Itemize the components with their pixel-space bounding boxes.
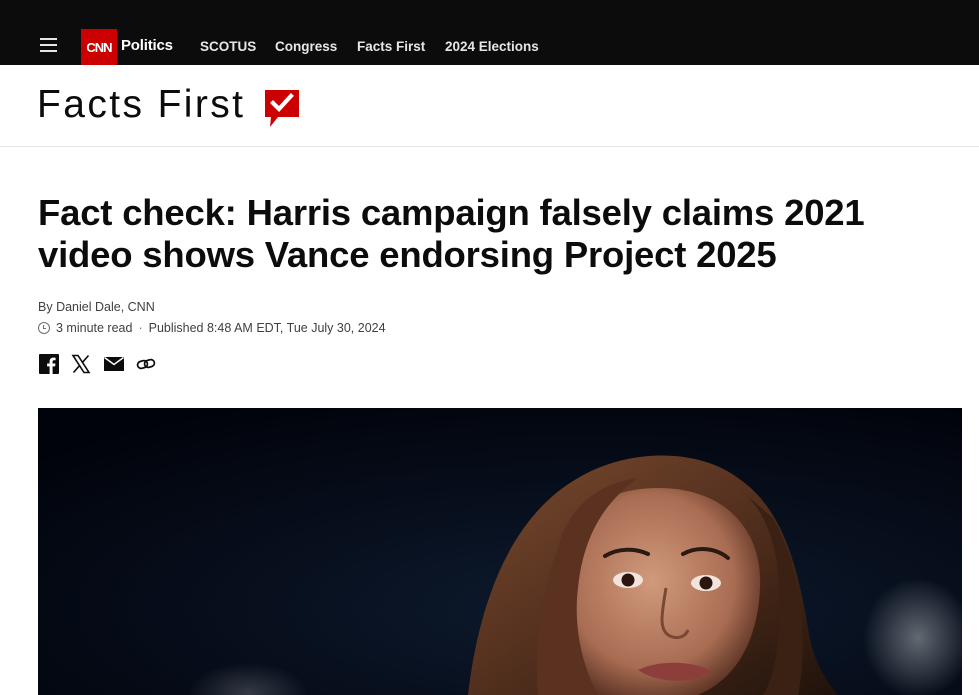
published-timestamp: Published 8:48 AM EDT, Tue July 30, 2024 xyxy=(148,321,386,335)
article-headline: Fact check: Harris campaign falsely clai… xyxy=(38,192,865,275)
x-icon[interactable] xyxy=(70,353,92,375)
menu-icon[interactable] xyxy=(40,38,57,52)
clock-icon xyxy=(38,322,50,334)
read-time: 3 minute read xyxy=(56,321,133,335)
email-icon[interactable] xyxy=(103,353,125,375)
facts-first-banner: Facts First xyxy=(0,65,979,147)
byline-prefix: By xyxy=(38,300,57,314)
facebook-icon[interactable] xyxy=(38,353,60,375)
nav-facts-first[interactable]: Facts First xyxy=(357,39,425,54)
section-politics-link[interactable]: Politics xyxy=(121,37,173,54)
author-link[interactable]: Daniel Dale xyxy=(56,300,121,314)
hero-photo xyxy=(38,408,962,695)
cnn-logo-text: CNN xyxy=(86,39,112,55)
link-icon[interactable] xyxy=(135,353,157,375)
byline-outlet: , CNN xyxy=(120,300,155,314)
top-nav-bar: CNN Politics SCOTUS Congress Facts First… xyxy=(0,0,979,65)
nav-congress[interactable]: Congress xyxy=(275,39,337,54)
cnn-logo[interactable]: CNN xyxy=(81,29,117,65)
nav-scotus[interactable]: SCOTUS xyxy=(200,39,256,54)
nav-2024-elections[interactable]: 2024 Elections xyxy=(445,39,539,54)
byline: By Daniel Dale, CNN xyxy=(38,300,155,314)
article-meta: 3 minute read · Published 8:48 AM EDT, T… xyxy=(38,321,386,335)
checkmark-speech-bubble-icon xyxy=(265,90,299,127)
facts-first-title[interactable]: Facts First xyxy=(37,83,245,127)
meta-separator: · xyxy=(138,321,143,335)
hero-photo-illustration xyxy=(38,408,962,695)
